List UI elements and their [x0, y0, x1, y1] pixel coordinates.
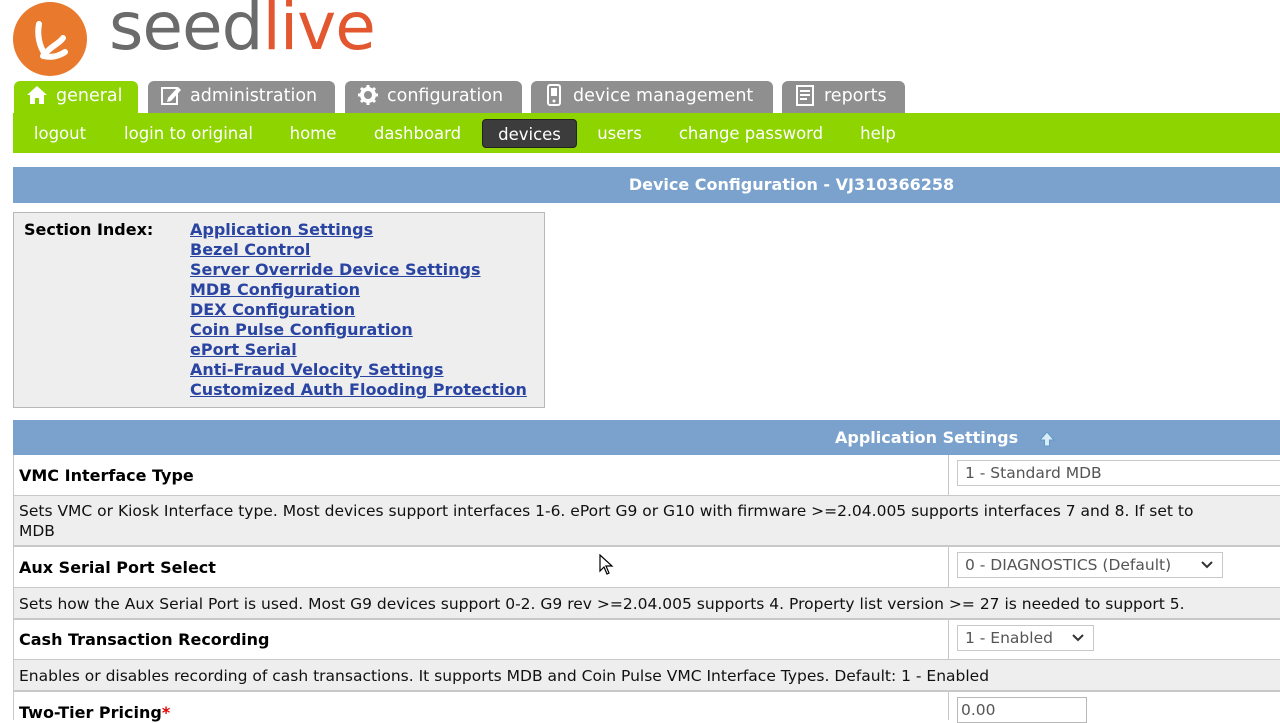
select-value: 0 - DIAGNOSTICS (Default) [965, 556, 1172, 574]
description-line-1: Sets VMC or Kiosk Interface type. Most d… [19, 502, 1194, 520]
setting-label: Two-Tier Pricing* [19, 703, 170, 722]
setting-value-cell: 1 - Enabled [948, 620, 1280, 659]
nav-login-to-original[interactable]: login to original [117, 119, 260, 148]
device-icon [547, 83, 561, 106]
setting-label-text: Two-Tier Pricing [19, 703, 162, 722]
input-value: 0.00 [961, 701, 996, 719]
link-anti-fraud-velocity-settings[interactable]: Anti-Fraud Velocity Settings [190, 360, 527, 380]
setting-description: Sets how the Aux Serial Port is used. Mo… [19, 595, 1185, 613]
setting-description: Enables or disables recording of cash tr… [19, 667, 990, 685]
tab-configuration[interactable]: configuration [345, 81, 522, 113]
tab-administration[interactable]: administration [148, 81, 335, 113]
link-eport-serial[interactable]: ePort Serial [190, 340, 527, 360]
nav-devices[interactable]: devices [482, 119, 577, 148]
tab-reports-label: reports [824, 86, 887, 106]
nav-help[interactable]: help [854, 119, 902, 148]
setting-row-two-tier-pricing: Two-Tier Pricing* 0.00 [13, 692, 1280, 723]
link-dex-configuration[interactable]: DEX Configuration [190, 300, 527, 320]
seedlive-logo-icon [13, 2, 87, 76]
two-tier-pricing-input[interactable]: 0.00 [957, 697, 1087, 723]
required-mark: * [161, 703, 171, 722]
mouse-cursor-icon [599, 554, 614, 575]
gear-icon [358, 84, 378, 105]
select-value: 1 - Enabled [965, 629, 1053, 647]
page-title: Device Configuration - VJ310366258 [13, 167, 1280, 203]
setting-desc-aux-serial-port-select: Sets how the Aux Serial Port is used. Mo… [13, 588, 1280, 620]
section-index: Section Index: Application Settings Beze… [13, 212, 545, 408]
chevron-down-icon [1072, 634, 1084, 642]
section-index-links: Application Settings Bezel Control Serve… [190, 220, 527, 400]
select-value: 1 - Standard MDB [965, 464, 1102, 482]
nav-change-password[interactable]: change password [672, 119, 830, 148]
sub-navigation: logout login to original home dashboard … [13, 113, 1280, 153]
arrow-up-icon[interactable] [1039, 431, 1055, 447]
setting-value-cell: 1 - Standard MDB [948, 455, 1280, 495]
chevron-down-icon [1201, 561, 1213, 569]
link-bezel-control[interactable]: Bezel Control [190, 240, 527, 260]
nav-dashboard[interactable]: dashboard [367, 119, 468, 148]
setting-row-cash-transaction-recording: Cash Transaction Recording 1 - Enabled [13, 620, 1280, 660]
setting-desc-vmc-interface-type: Sets VMC or Kiosk Interface type. Most d… [13, 496, 1280, 547]
aux-serial-port-select[interactable]: 0 - DIAGNOSTICS (Default) [957, 552, 1223, 578]
tab-general-label: general [56, 86, 123, 106]
setting-value-cell: 0.00 [948, 692, 1280, 723]
setting-row-vmc-interface-type: VMC Interface Type 1 - Standard MDB [13, 455, 1280, 496]
report-icon [796, 84, 814, 106]
seedlive-logo[interactable]: seedlive [13, 0, 413, 76]
description-line-2: MDB [19, 522, 55, 540]
nav-users[interactable]: users [590, 119, 649, 148]
setting-row-aux-serial-port-select: Aux Serial Port Select 0 - DIAGNOSTICS (… [13, 547, 1280, 588]
link-application-settings[interactable]: Application Settings [190, 220, 527, 240]
tab-device-management-label: device management [573, 86, 754, 106]
link-mdb-configuration[interactable]: MDB Configuration [190, 280, 527, 300]
tab-configuration-label: configuration [387, 86, 504, 106]
section-header-application-settings: Application Settings [13, 420, 1280, 455]
nav-logout[interactable]: logout [27, 119, 93, 148]
section-index-label: Section Index: [24, 220, 154, 239]
tab-general[interactable]: general [14, 81, 138, 113]
section-title: Application Settings [835, 428, 1019, 447]
tab-administration-label: administration [190, 86, 318, 106]
nav-home[interactable]: home [284, 119, 342, 148]
link-coin-pulse-configuration[interactable]: Coin Pulse Configuration [190, 320, 527, 340]
setting-label: VMC Interface Type [19, 466, 194, 485]
link-customized-auth-flooding-protection[interactable]: Customized Auth Flooding Protection [190, 380, 527, 400]
link-server-override-device-settings[interactable]: Server Override Device Settings [190, 260, 527, 280]
edit-icon [161, 86, 181, 105]
setting-label: Aux Serial Port Select [19, 558, 216, 577]
setting-value-cell: 0 - DIAGNOSTICS (Default) [948, 547, 1280, 587]
tab-device-management[interactable]: device management [531, 81, 773, 113]
setting-label: Cash Transaction Recording [19, 630, 270, 649]
setting-description: Sets VMC or Kiosk Interface type. Most d… [19, 501, 1280, 541]
cash-transaction-recording-select[interactable]: 1 - Enabled [957, 625, 1094, 651]
tab-reports[interactable]: reports [782, 81, 905, 113]
setting-desc-cash-transaction-recording: Enables or disables recording of cash tr… [13, 660, 1280, 692]
home-icon [27, 85, 47, 104]
seedlive-wordmark: seedlive [109, 0, 376, 65]
vmc-interface-type-select[interactable]: 1 - Standard MDB [957, 460, 1280, 486]
